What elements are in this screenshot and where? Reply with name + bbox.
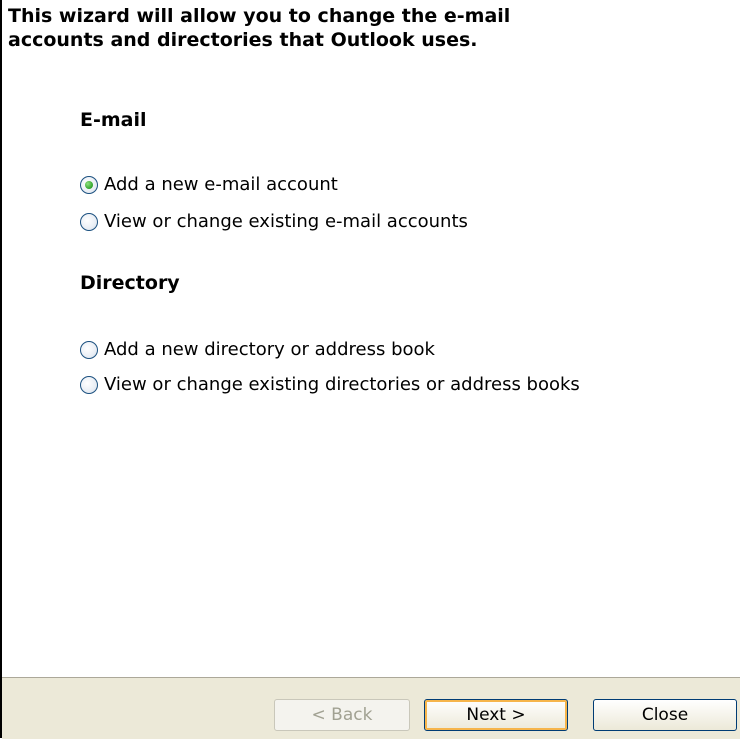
email-section-heading: E-mail: [80, 109, 147, 131]
radio-unselected-icon[interactable]: [80, 375, 98, 394]
account-settings-wizard: This wizard will allow you to change the…: [0, 0, 740, 739]
close-button[interactable]: Close: [593, 699, 737, 731]
radio-unselected-icon[interactable]: [80, 340, 98, 359]
next-button[interactable]: Next >: [424, 699, 568, 731]
radio-view-change-directories[interactable]: View or change existing directories or a…: [80, 374, 580, 395]
radio-label-add-email-account: Add a new e-mail account: [104, 174, 338, 195]
radio-label-view-change-email-accounts: View or change existing e-mail accounts: [104, 211, 468, 232]
radio-unselected-icon[interactable]: [80, 212, 98, 231]
radio-selected-icon[interactable]: [80, 175, 98, 194]
wizard-button-bar: < Back Next > Close: [2, 677, 740, 739]
radio-label-add-directory: Add a new directory or address book: [104, 339, 435, 360]
radio-label-view-change-directories: View or change existing directories or a…: [104, 374, 580, 395]
radio-add-directory[interactable]: Add a new directory or address book: [80, 339, 435, 360]
radio-add-email-account[interactable]: Add a new e-mail account: [80, 174, 338, 195]
back-button[interactable]: < Back: [274, 699, 410, 731]
wizard-intro-text: This wizard will allow you to change the…: [8, 5, 511, 51]
radio-view-change-email-accounts[interactable]: View or change existing e-mail accounts: [80, 211, 468, 232]
directory-section-heading: Directory: [80, 272, 180, 294]
